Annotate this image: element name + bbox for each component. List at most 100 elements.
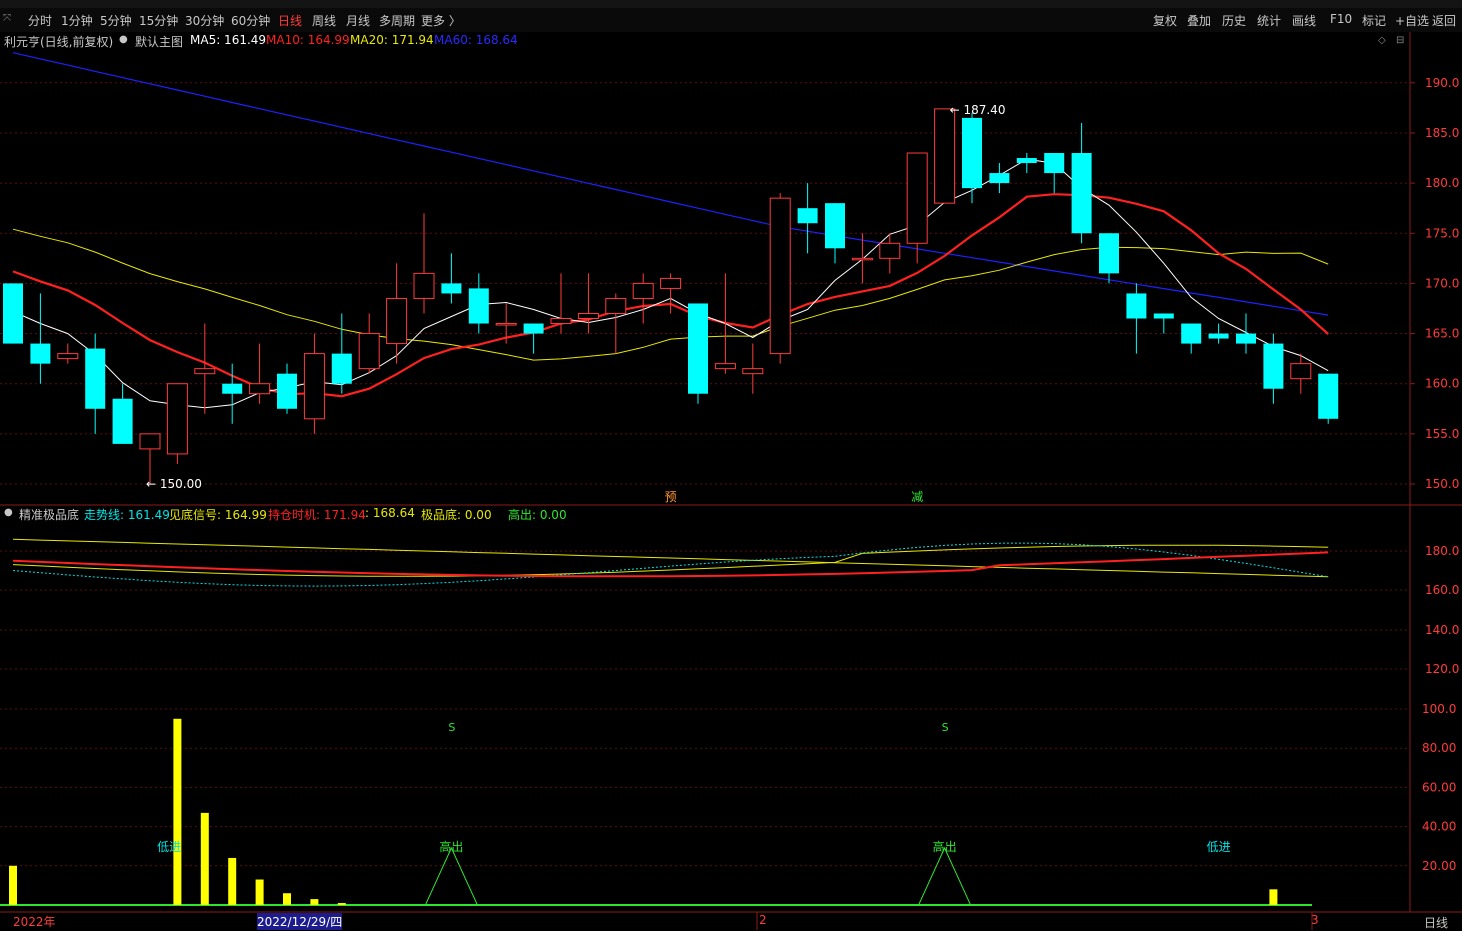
candle-body-up bbox=[358, 333, 380, 370]
price-tick-label: 170.0 bbox=[1425, 276, 1459, 290]
template-dropdown-icon[interactable]: ● bbox=[119, 34, 128, 45]
low-in-label-1: 低进 bbox=[157, 840, 181, 854]
candle-body-down bbox=[825, 203, 845, 249]
cyan-dotted-line bbox=[12, 542, 1329, 587]
price-tick-label: 160.0 bbox=[1425, 377, 1459, 391]
candle-body-up bbox=[714, 363, 736, 370]
candle-body-up bbox=[550, 318, 572, 325]
ma20-value: MA20: 171.94 bbox=[350, 33, 434, 47]
candle-body-down bbox=[1126, 293, 1147, 319]
kline-chart[interactable]: 190.0 185.0 180.0 175.0 170.0 165.0 160.0 155.0… bbox=[0, 0, 1462, 930]
candle-body-down bbox=[1071, 153, 1092, 234]
signal-bar bbox=[228, 857, 237, 905]
indicator-dropdown-icon[interactable]: ● bbox=[4, 507, 13, 518]
s-mark-2: S bbox=[942, 721, 949, 734]
candle-body-down bbox=[1044, 153, 1065, 174]
split-view-icon[interactable]: ⊟ bbox=[1396, 35, 1404, 46]
period-tag: 日线 bbox=[1424, 916, 1449, 930]
cut-mark: 减 bbox=[911, 490, 923, 504]
ma5-value: MA5: 161.49 bbox=[190, 33, 267, 47]
candle-body-up bbox=[632, 282, 654, 299]
candle-body-up bbox=[742, 368, 764, 375]
candle-body-up bbox=[249, 383, 271, 395]
candle-body-up bbox=[577, 312, 599, 320]
signal-bar bbox=[1269, 889, 1278, 905]
price-tick-label: 150.0 bbox=[1425, 477, 1459, 491]
candle-body-down bbox=[441, 283, 462, 294]
sub-tick-label: 80.00 bbox=[1422, 741, 1456, 755]
candle-body-down bbox=[989, 173, 1010, 184]
high-out-peak-1 bbox=[424, 846, 478, 906]
signal-bar bbox=[200, 812, 209, 905]
candle-body-up bbox=[495, 323, 517, 326]
candle-body-down bbox=[688, 303, 708, 394]
candle-body-up bbox=[1290, 363, 1312, 380]
candle-body-down bbox=[1318, 373, 1339, 419]
date-selected: 2022/12/29/四 bbox=[257, 913, 343, 930]
candle-body-up bbox=[769, 197, 791, 355]
candle-body-down bbox=[1099, 233, 1119, 274]
sub-tick-label: 160.0 bbox=[1425, 583, 1459, 597]
bottom-signal-value: 见底信号: 164.99 bbox=[169, 508, 267, 522]
candle-body-up bbox=[906, 152, 928, 244]
candle-body-up bbox=[605, 297, 627, 314]
candle-body-down bbox=[112, 398, 133, 444]
candle-body-up bbox=[57, 353, 79, 360]
price-tick-label: 180.0 bbox=[1425, 176, 1459, 190]
best-bottom-value: 极品底: 0.00 bbox=[421, 508, 492, 522]
high-out-value: 高出: 0.00 bbox=[508, 508, 567, 522]
signal-bar bbox=[173, 718, 182, 905]
candle-body-down bbox=[3, 283, 23, 344]
sub-tick-label: 180.0 bbox=[1425, 544, 1459, 558]
candle-body-up bbox=[879, 242, 901, 259]
sub-tick-label: 60.00 bbox=[1422, 780, 1456, 794]
price-tick-label: 165.0 bbox=[1425, 327, 1459, 341]
candle-body-down bbox=[1263, 343, 1284, 389]
candle-body-down bbox=[962, 117, 982, 189]
sub-tick-label: 140.0 bbox=[1425, 623, 1459, 637]
ma10-value: MA10: 164.99 bbox=[266, 33, 350, 47]
high-price-note: ← 187.40 bbox=[950, 103, 1006, 117]
candle-body-up bbox=[303, 353, 325, 420]
candle-body-down bbox=[1208, 333, 1229, 339]
price-tick-label: 190.0 bbox=[1425, 76, 1459, 90]
candle-body-up bbox=[386, 297, 408, 345]
candle-body-down bbox=[1236, 333, 1256, 344]
low-in-label-2: 低进 bbox=[1207, 840, 1231, 854]
candle-body-down bbox=[331, 353, 352, 384]
sub-tick-label: 20.00 bbox=[1422, 859, 1456, 873]
sub-tick-label: 120.0 bbox=[1425, 662, 1459, 676]
sub-tick-label: 40.00 bbox=[1422, 820, 1456, 834]
signal-bar bbox=[283, 893, 291, 905]
candle-body-up bbox=[413, 272, 435, 299]
template-name[interactable]: 默认主图 bbox=[135, 33, 183, 50]
candle-body-up bbox=[851, 257, 873, 261]
price-tick-label: 155.0 bbox=[1425, 427, 1459, 441]
indicator-name[interactable]: 精准极品底 bbox=[19, 506, 79, 523]
candle-body-up bbox=[934, 108, 956, 204]
date-month-2: 2 bbox=[759, 913, 767, 927]
candle-body-down bbox=[1153, 313, 1174, 319]
candle-body-down bbox=[468, 288, 489, 324]
candle-body-down bbox=[1181, 323, 1202, 344]
price-tick-label: 185.0 bbox=[1425, 126, 1459, 140]
low-price-note: ← 150.00 bbox=[146, 477, 202, 491]
diamond-icon[interactable]: ◇ bbox=[1378, 35, 1386, 46]
s-mark-1: S bbox=[448, 721, 455, 734]
candle-body-up bbox=[194, 368, 216, 375]
candle-body-down bbox=[222, 383, 243, 394]
trend-line-value: 走势线: 161.49 bbox=[84, 508, 170, 522]
candle-body-down bbox=[523, 323, 544, 334]
candle-body-down bbox=[797, 208, 818, 224]
date-year: 2022年 bbox=[13, 915, 56, 929]
pre-mark: 预 bbox=[665, 490, 677, 504]
signal-bar bbox=[9, 865, 17, 905]
price-tick-label: 175.0 bbox=[1425, 226, 1459, 240]
high-out-label: 高出 bbox=[439, 839, 463, 854]
signal-bar bbox=[310, 899, 319, 905]
value4: : 168.64 bbox=[365, 506, 415, 520]
sub-tick-label: 100.0 bbox=[1422, 702, 1456, 716]
high-out-peak-2 bbox=[918, 846, 972, 906]
candle-body-up bbox=[660, 277, 682, 289]
ma60-value: MA60: 168.64 bbox=[434, 33, 518, 47]
